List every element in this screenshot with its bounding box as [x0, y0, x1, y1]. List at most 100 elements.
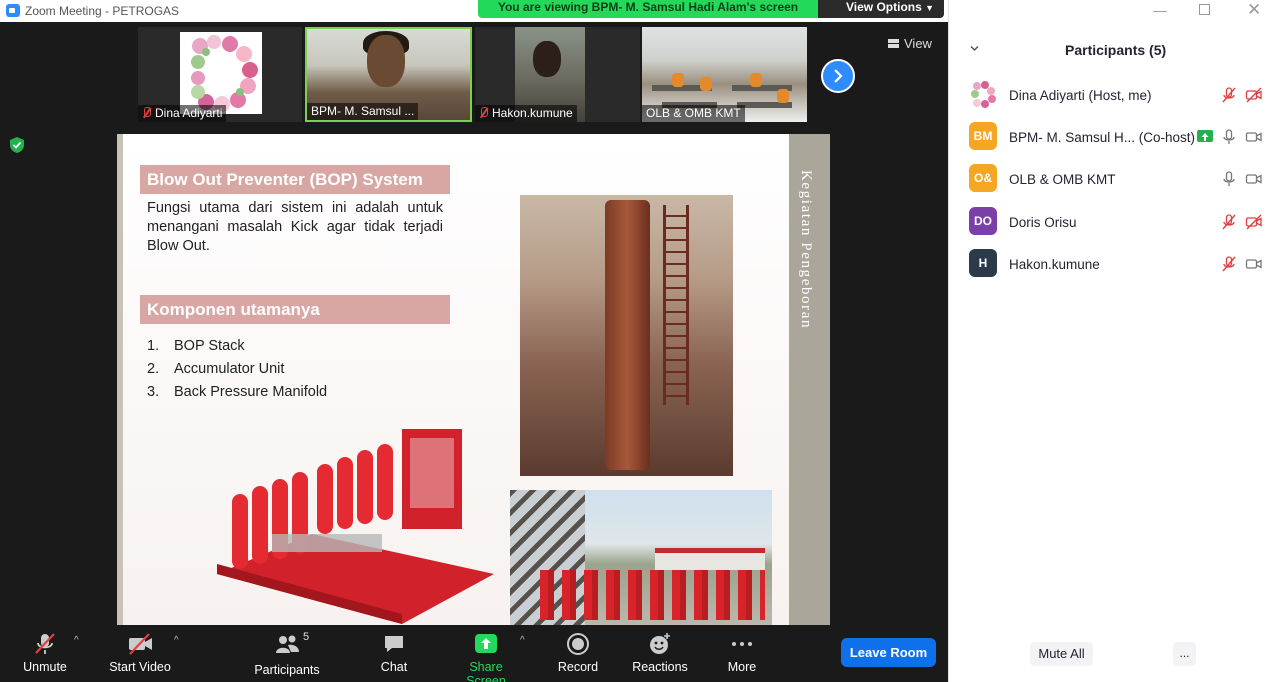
video-strip: Dina Adiyarti BPM- M. Samsul ... Hakon.k…	[0, 22, 948, 135]
slide-left-border	[117, 134, 123, 625]
start-video-button[interactable]: Start Video	[104, 631, 176, 674]
participant-name: Doris Orisu	[1009, 215, 1077, 230]
record-icon	[567, 633, 589, 655]
meeting-stage: Dina Adiyarti BPM- M. Samsul ... Hakon.k…	[0, 22, 948, 625]
video-off-icon	[129, 633, 152, 655]
list-item: 1. BOP Stack	[147, 335, 327, 358]
share-screen-button[interactable]: Share Screen	[448, 631, 524, 682]
ladder	[663, 205, 689, 405]
leave-room-button[interactable]: Leave Room	[841, 638, 936, 667]
slide-heading-bop: Blow Out Preventer (BOP) System	[140, 165, 450, 194]
participant-name: OLB & OMB KMT	[1009, 172, 1116, 187]
panel-more-button[interactable]: ...	[1173, 642, 1196, 666]
slide-description: Fungsi utama dari sistem ini adalah untu…	[147, 200, 443, 254]
participant-row[interactable]: DO Doris Orisu	[969, 204, 1269, 240]
slide-heading-components: Komponen utamanya	[140, 295, 450, 324]
list-text: Accumulator Unit	[174, 361, 285, 377]
participants-icon	[276, 635, 299, 653]
sharing-badge-icon	[1197, 130, 1213, 142]
bop-stack-photo	[520, 195, 733, 476]
more-button[interactable]: More	[722, 631, 762, 674]
chat-icon	[385, 636, 403, 652]
viewing-banner: You are viewing BPM- M. Samsul Hadi Alam…	[478, 0, 818, 18]
chat-label: Chat	[380, 660, 408, 674]
participants-button[interactable]: 5 Participants	[250, 631, 324, 677]
list-number: 1.	[147, 338, 160, 354]
mic-icon[interactable]	[1220, 171, 1238, 187]
reactions-label: Reactions	[632, 660, 688, 674]
slide-side-title: Kegiatan Pengeboran	[798, 170, 814, 330]
avatar: DO	[969, 207, 997, 235]
close-icon[interactable]: ✕	[1247, 0, 1261, 20]
tile-name-tag: OLB & OMB KMT	[642, 105, 745, 122]
next-page-button[interactable]	[821, 59, 855, 93]
panel-title: Participants (5)	[1065, 42, 1167, 58]
video-tile-olb[interactable]: OLB & OMB KMT	[642, 27, 807, 122]
participant-row[interactable]: BM BPM- M. Samsul H... (Co-host)	[969, 119, 1269, 155]
red-pipes	[540, 570, 765, 620]
record-button[interactable]: Record	[556, 631, 600, 674]
video-icon[interactable]	[1245, 171, 1263, 187]
mic-icon[interactable]	[1220, 129, 1238, 145]
video-icon[interactable]	[1245, 256, 1263, 272]
avatar: O&	[969, 164, 997, 192]
video-tile-hakon[interactable]: Hakon.kumune	[475, 27, 640, 122]
zoom-window: Zoom Meeting - PETROGAS You are viewing …	[0, 0, 1280, 682]
avatar	[180, 32, 262, 114]
participants-panel: — ✕ Participants (5) Dina Adiyarti (Host…	[948, 0, 1280, 682]
video-options-caret[interactable]: ^	[174, 635, 179, 646]
reactions-button[interactable]: Reactions	[630, 631, 690, 674]
building	[655, 548, 765, 570]
view-options-label: View Options	[846, 0, 922, 14]
maximize-icon[interactable]	[1199, 4, 1210, 15]
video-tile-dina[interactable]: Dina Adiyarti	[138, 27, 302, 122]
student	[777, 89, 789, 103]
list-number: 3.	[147, 384, 160, 400]
video-off-icon[interactable]	[1245, 87, 1263, 103]
tile-name-tag: Hakon.kumune	[475, 105, 577, 122]
participant-name: BPM- M. Samsul H... (Co-host)	[1009, 130, 1196, 145]
record-label: Record	[557, 660, 599, 674]
list-number: 2.	[147, 361, 160, 377]
tile-name: Dina Adiyarti	[155, 106, 223, 120]
start-video-label: Start Video	[109, 660, 171, 674]
participants-label: Participants	[254, 663, 320, 677]
participants-icon-wrap: 5	[274, 631, 309, 657]
audio-options-caret[interactable]: ^	[74, 635, 79, 646]
wellhead	[605, 200, 650, 470]
chat-button[interactable]: Chat	[376, 631, 412, 674]
slide-side-banner: Kegiatan Pengeboran	[789, 134, 830, 625]
video-tile-bpm[interactable]: BPM- M. Samsul ...	[305, 27, 472, 122]
muted-mic-icon[interactable]	[1220, 87, 1238, 103]
view-label: View	[904, 36, 932, 51]
tile-name: OLB & OMB KMT	[646, 106, 741, 120]
unmute-button[interactable]: Unmute	[18, 631, 72, 674]
muted-mic-icon[interactable]	[1220, 214, 1238, 230]
zoom-logo-icon	[6, 4, 20, 17]
share-screen-label: Share Screen	[466, 660, 506, 682]
tile-name: BPM- M. Samsul ...	[311, 104, 415, 118]
more-dots-icon	[732, 642, 752, 646]
window-title: Zoom Meeting - PETROGAS	[25, 4, 180, 18]
video-icon[interactable]	[1245, 129, 1263, 145]
mute-all-button[interactable]: Mute All	[1030, 642, 1093, 666]
participant-row[interactable]: H Hakon.kumune	[969, 246, 1269, 282]
video-off-icon[interactable]	[1245, 214, 1263, 230]
collapse-chevron-icon[interactable]	[970, 44, 979, 53]
meeting-toolbar: Unmute ^ Start Video ^ 5 Participants Ch…	[0, 625, 948, 682]
chevron-down-icon: ▼	[925, 3, 935, 13]
participant-row[interactable]: Dina Adiyarti (Host, me)	[969, 77, 1269, 113]
tile-name-tag: BPM- M. Samsul ...	[307, 103, 419, 120]
share-options-caret[interactable]: ^	[520, 635, 525, 646]
chevron-right-icon	[834, 69, 843, 83]
muted-mic-icon	[142, 107, 151, 118]
view-button[interactable]: View	[882, 33, 940, 55]
student	[672, 73, 684, 87]
muted-mic-icon[interactable]	[1220, 256, 1238, 272]
minimize-icon[interactable]: —	[1153, 2, 1167, 18]
grid-icon	[888, 39, 899, 48]
tile-name-tag: Dina Adiyarti	[138, 105, 227, 122]
view-options-button[interactable]: View Options ▼	[818, 0, 944, 18]
participant-row[interactable]: O& OLB & OMB KMT	[969, 161, 1269, 197]
list-text: Back Pressure Manifold	[174, 384, 328, 400]
